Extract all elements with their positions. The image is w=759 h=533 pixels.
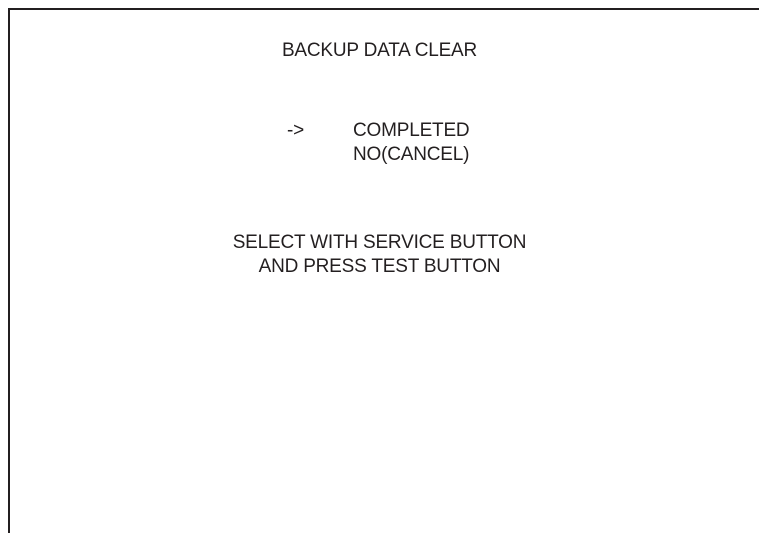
selection-cursor: -> [287,120,305,141]
option-completed[interactable]: COMPLETED [353,120,470,142]
option-no-cancel[interactable]: NO(CANCEL) [353,144,469,166]
instruction-line-1: SELECT WITH SERVICE BUTTON [232,232,527,253]
screen-title: BACKUP DATA CLEAR [281,40,478,61]
instruction-line-2: AND PRESS TEST BUTTON [258,256,501,277]
